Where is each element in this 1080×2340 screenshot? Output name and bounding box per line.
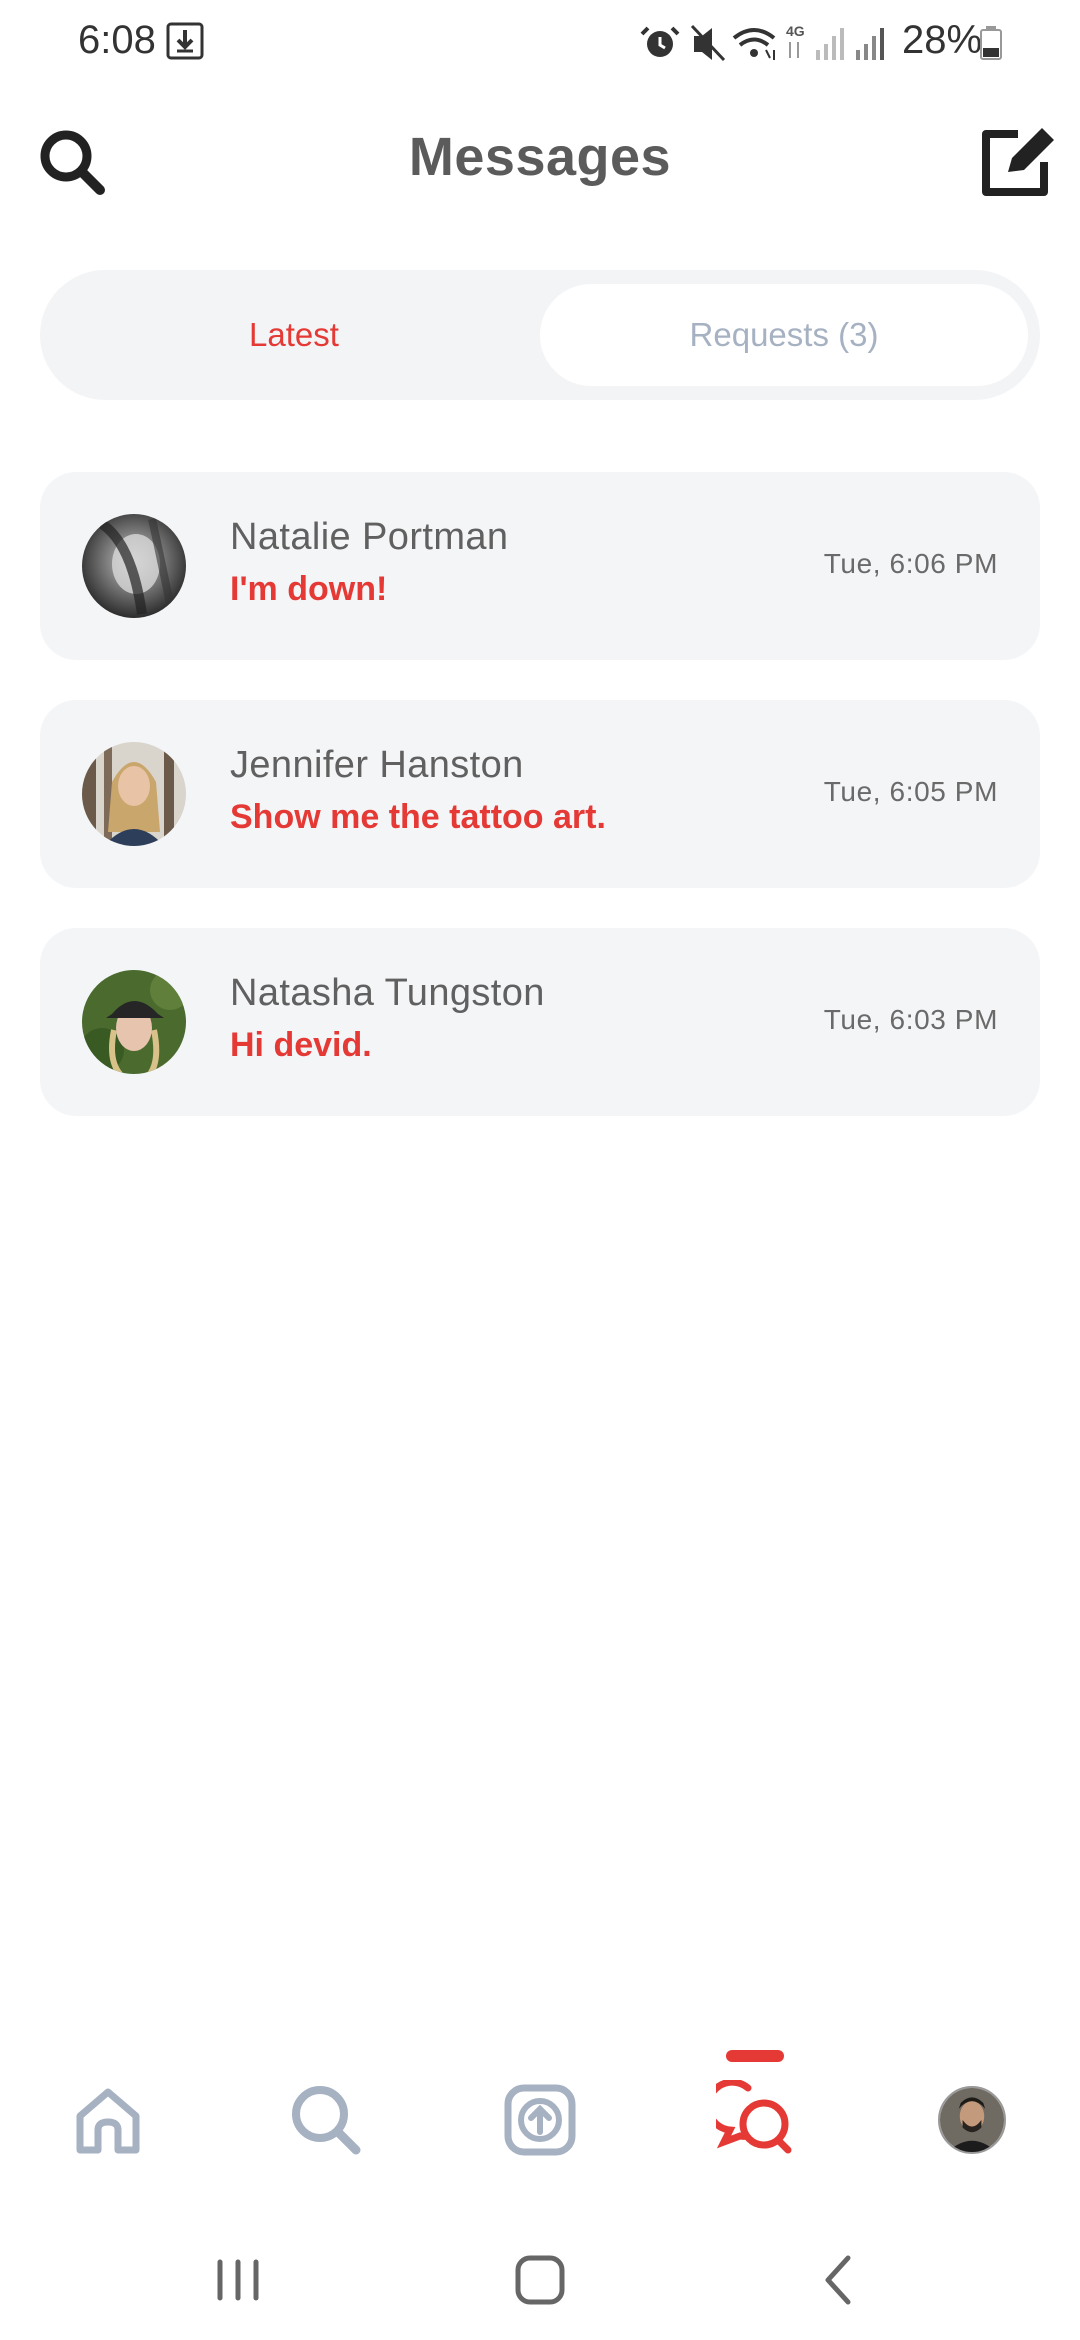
message-item[interactable]: Natalie Portman I'm down! Tue, 6:06 PM: [40, 472, 1040, 660]
active-tab-indicator: [726, 2050, 784, 2062]
compose-icon[interactable]: [978, 124, 1058, 200]
status-icons: 4G: [640, 23, 884, 62]
messages-icon[interactable]: [716, 2080, 796, 2160]
tab-requests[interactable]: Requests (3): [540, 284, 1028, 386]
message-list: Natalie Portman I'm down! Tue, 6:06 PM J…: [40, 472, 1040, 1156]
message-item[interactable]: Jennifer Hanston Show me the tattoo art.…: [40, 700, 1040, 888]
signal-icon: [816, 28, 844, 60]
message-preview: I'm down!: [230, 570, 388, 608]
message-time: Tue, 6:05 PM: [823, 776, 998, 807]
svg-text:4G: 4G: [786, 23, 805, 39]
avatar: [82, 970, 186, 1074]
home-icon[interactable]: [68, 2080, 148, 2160]
bottom-nav: [0, 2040, 1080, 2200]
message-preview: Hi devid.: [230, 1026, 372, 1064]
battery-percent: 28%: [902, 18, 983, 62]
message-tabs: Latest Requests (3): [40, 270, 1040, 400]
signal-icon-2: [856, 28, 884, 60]
search-icon[interactable]: [286, 2080, 366, 2160]
message-item[interactable]: Natasha Tungston Hi devid. Tue, 6:03 PM: [40, 928, 1040, 1116]
page-title: Messages: [408, 127, 672, 187]
home-icon[interactable]: [510, 2250, 570, 2310]
wifi-icon: [732, 28, 776, 60]
status-time: 6:08: [78, 18, 156, 62]
messages-screen: 6:08 4G 28% Messages Latest Requests (3)…: [0, 0, 1080, 2340]
message-time: Tue, 6:03 PM: [823, 1004, 998, 1035]
profile-avatar[interactable]: [938, 2086, 1006, 2154]
app-header: Messages: [0, 110, 1080, 210]
download-icon: [166, 22, 204, 60]
contact-name: Natalie Portman: [230, 516, 509, 558]
avatar: [82, 514, 186, 618]
contact-name: Jennifer Hanston: [230, 744, 524, 786]
battery-icon: [980, 26, 1002, 60]
tab-latest[interactable]: Latest: [50, 284, 538, 386]
avatar: [82, 742, 186, 846]
back-icon[interactable]: [810, 2250, 870, 2310]
message-time: Tue, 6:06 PM: [823, 548, 998, 579]
recent-apps-icon[interactable]: [208, 2250, 268, 2310]
system-nav: [0, 2220, 1080, 2340]
status-bar: 6:08 4G 28%: [0, 0, 1080, 86]
contact-name: Natasha Tungston: [230, 972, 545, 1014]
4g-icon: 4G: [786, 23, 805, 58]
mute-icon: [690, 24, 726, 62]
upload-icon[interactable]: [500, 2080, 580, 2160]
alarm-icon: [640, 26, 680, 57]
message-preview: Show me the tattoo art.: [230, 798, 606, 836]
